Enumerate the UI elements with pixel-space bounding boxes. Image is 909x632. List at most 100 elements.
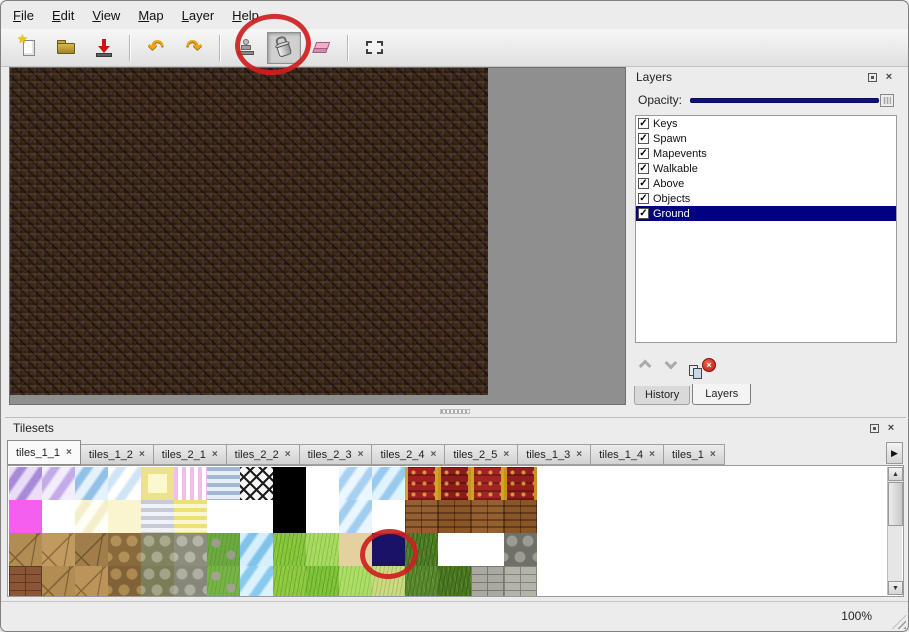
tileset-tab-tiles_2_2[interactable]: tiles_2_2× (226, 444, 300, 465)
tileset-tile[interactable] (306, 467, 339, 500)
tileset-tile[interactable] (108, 500, 141, 533)
new-map-button[interactable]: ★ (11, 32, 45, 64)
tab-close-icon[interactable]: × (66, 448, 72, 458)
tab-close-icon[interactable]: × (139, 450, 145, 460)
tileset-tile[interactable] (75, 566, 108, 597)
tileset-tile[interactable] (273, 500, 306, 533)
tileset-tile[interactable] (438, 533, 471, 566)
eraser-tool-button[interactable] (305, 32, 339, 64)
layer-visibility-checkbox[interactable]: ✓ (638, 133, 649, 144)
tileset-tile[interactable] (372, 533, 405, 566)
tileset-tile[interactable] (207, 500, 240, 533)
layer-move-down-button[interactable] (665, 356, 674, 374)
panel-float-button[interactable] (867, 422, 881, 435)
tileset-tile[interactable] (75, 467, 108, 500)
tileset-tile[interactable] (339, 467, 372, 500)
tab-close-icon[interactable]: × (710, 450, 716, 460)
tab-close-icon[interactable]: × (212, 450, 218, 460)
layer-visibility-checkbox[interactable]: ✓ (638, 148, 649, 159)
tileset-tile[interactable] (273, 533, 306, 566)
fill-tool-button[interactable] (267, 32, 301, 64)
tileset-tile[interactable] (504, 467, 537, 500)
panel-float-button[interactable] (865, 71, 879, 84)
layer-delete-button[interactable]: × (702, 358, 716, 372)
layer-visibility-checkbox[interactable]: ✓ (638, 163, 649, 174)
tileset-tile[interactable] (9, 566, 42, 597)
menu-layer[interactable]: Layer (182, 8, 215, 23)
panel-splitter[interactable] (1, 407, 908, 415)
tileset-tile[interactable] (9, 467, 42, 500)
tileset-tile[interactable] (339, 500, 372, 533)
stamp-tool-button[interactable] (229, 32, 263, 64)
layer-visibility-checkbox[interactable]: ✓ (638, 193, 649, 204)
tileset-tile[interactable] (240, 566, 273, 597)
menu-help[interactable]: Help (232, 8, 259, 23)
tileset-tile[interactable] (471, 467, 504, 500)
layer-row-walkable[interactable]: ✓Walkable (636, 161, 896, 176)
menu-file[interactable]: File (13, 8, 34, 23)
tileset-tab-tiles_1_2[interactable]: tiles_1_2× (80, 444, 154, 465)
tileset-tab-tiles_1_1[interactable]: tiles_1_1× (7, 440, 81, 465)
scroll-down-button[interactable]: ▼ (888, 581, 903, 595)
layer-row-keys[interactable]: ✓Keys (636, 116, 896, 131)
tileset-tile[interactable] (471, 500, 504, 533)
tileset-tile[interactable] (42, 467, 75, 500)
tab-close-icon[interactable]: × (649, 450, 655, 460)
tileset-tile[interactable] (240, 533, 273, 566)
layer-visibility-checkbox[interactable]: ✓ (638, 118, 649, 129)
tileset-tab-tiles_1[interactable]: tiles_1× (663, 444, 725, 465)
tileset-tile[interactable] (174, 533, 207, 566)
tileset-tile[interactable] (438, 467, 471, 500)
tab-close-icon[interactable]: × (503, 450, 509, 460)
panel-close-button[interactable]: × (884, 422, 898, 435)
tab-scroll-right-button[interactable]: ▶ (886, 442, 903, 464)
scroll-up-button[interactable]: ▲ (888, 467, 903, 481)
layer-row-objects[interactable]: ✓Objects (636, 191, 896, 206)
tileset-tile[interactable] (471, 533, 504, 566)
tileset-tile[interactable] (306, 566, 339, 597)
layer-visibility-checkbox[interactable]: ✓ (638, 208, 649, 219)
palette-vertical-scrollbar[interactable]: ▲ ▼ (887, 467, 902, 595)
tab-close-icon[interactable]: × (431, 450, 437, 460)
tileset-tile[interactable] (141, 566, 174, 597)
map-viewport[interactable] (9, 67, 626, 405)
layer-visibility-checkbox[interactable]: ✓ (638, 178, 649, 189)
tileset-tile[interactable] (141, 533, 174, 566)
tileset-tile[interactable] (504, 533, 537, 566)
select-tool-button[interactable] (357, 32, 391, 64)
tileset-tile[interactable] (273, 467, 306, 500)
menu-map[interactable]: Map (138, 8, 163, 23)
tileset-tile[interactable] (42, 500, 75, 533)
panel-close-button[interactable]: × (882, 71, 896, 84)
menu-edit[interactable]: Edit (52, 8, 74, 23)
tileset-tab-tiles_1_3[interactable]: tiles_1_3× (517, 444, 591, 465)
tileset-tile[interactable] (108, 533, 141, 566)
tileset-tile[interactable] (504, 500, 537, 533)
tileset-tile[interactable] (108, 467, 141, 500)
tab-close-icon[interactable]: × (358, 450, 364, 460)
layer-row-above[interactable]: ✓Above (636, 176, 896, 191)
tileset-tile[interactable] (339, 533, 372, 566)
tileset-tile[interactable] (42, 566, 75, 597)
tileset-tile[interactable] (405, 500, 438, 533)
tileset-tile[interactable] (141, 500, 174, 533)
tileset-tile[interactable] (174, 566, 207, 597)
tileset-tile[interactable] (108, 566, 141, 597)
redo-button[interactable]: ↷ (177, 32, 211, 64)
tileset-tile[interactable] (9, 500, 42, 533)
tileset-tab-tiles_2_1[interactable]: tiles_2_1× (153, 444, 227, 465)
tileset-tab-tiles_2_3[interactable]: tiles_2_3× (299, 444, 373, 465)
tileset-tile[interactable] (42, 533, 75, 566)
tileset-tile[interactable] (141, 467, 174, 500)
layer-move-up-button[interactable] (642, 356, 651, 374)
tileset-tab-tiles_2_5[interactable]: tiles_2_5× (444, 444, 518, 465)
tileset-tile[interactable] (306, 500, 339, 533)
open-map-button[interactable] (49, 32, 83, 64)
panel-tab-history[interactable]: History (634, 386, 690, 405)
tileset-tile[interactable] (405, 533, 438, 566)
tileset-tile[interactable] (9, 533, 42, 566)
tileset-tile[interactable] (207, 533, 240, 566)
layer-row-mapevents[interactable]: ✓Mapevents (636, 146, 896, 161)
tileset-tile[interactable] (207, 566, 240, 597)
tileset-tile[interactable] (75, 500, 108, 533)
